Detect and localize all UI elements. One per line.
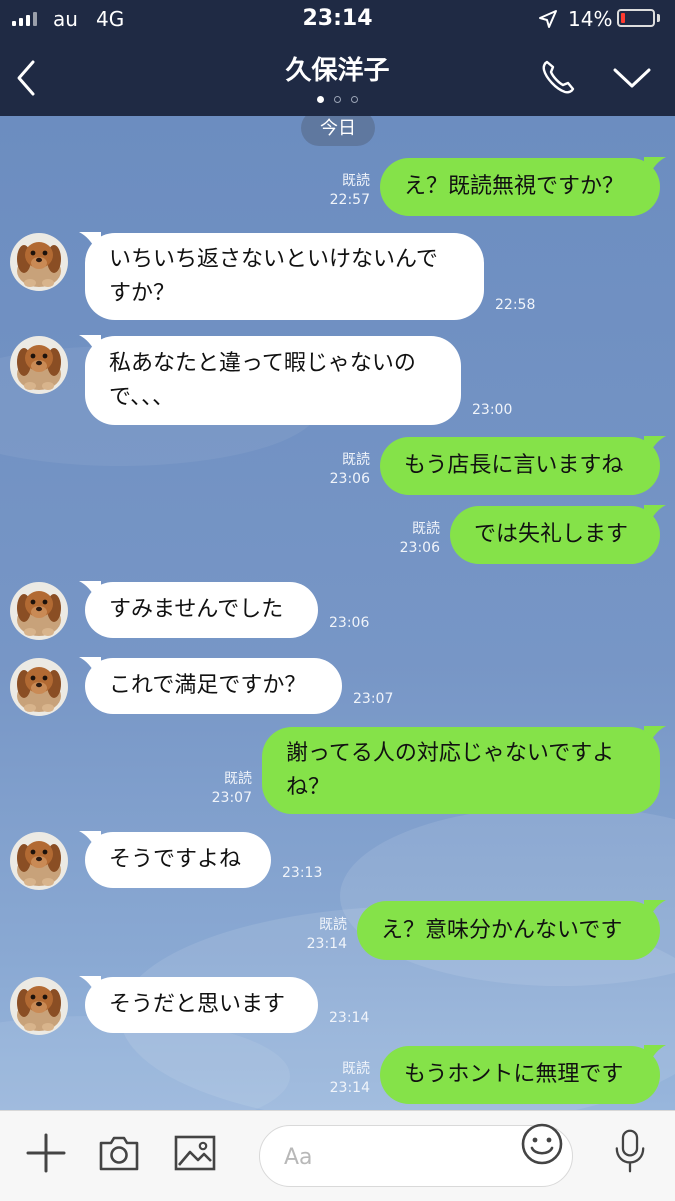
message-meta: 既読 23:07	[200, 770, 252, 808]
battery-icon	[617, 9, 655, 27]
message-meta: 既読 23:06	[388, 520, 440, 558]
puppy-avatar-image	[10, 977, 68, 1035]
sent-message-bubble[interactable]: もうホントに無理です	[380, 1046, 660, 1104]
read-receipt: 既読	[412, 521, 440, 537]
sent-message-bubble[interactable]: もう店長に言いますね	[380, 437, 660, 495]
message-time: 23:14	[329, 1010, 370, 1026]
received-message-bubble[interactable]: いちいち返さないといけないんで すか？	[85, 233, 484, 320]
received-message-bubble[interactable]: これで満足ですか？	[85, 658, 342, 714]
message-time: 23:14	[329, 1080, 370, 1096]
message-time: 23:07	[353, 691, 394, 707]
message-time: 23:13	[282, 865, 323, 881]
read-receipt: 既読	[342, 452, 370, 468]
puppy-avatar-image	[10, 832, 68, 890]
plus-icon[interactable]	[24, 1131, 68, 1175]
message-time: 23:07	[211, 790, 252, 806]
puppy-avatar-image	[10, 233, 68, 291]
received-message-bubble[interactable]: 私あなたと違って暇じゃないの で、、、	[85, 336, 461, 425]
battery-percent: 14%	[568, 7, 613, 31]
read-receipt: 既読	[342, 1061, 370, 1077]
contact-avatar[interactable]	[10, 336, 68, 394]
received-message-bubble[interactable]: そうだと思います	[85, 977, 318, 1033]
battery-tip	[657, 14, 660, 22]
puppy-avatar-image	[10, 336, 68, 394]
contact-avatar[interactable]	[10, 658, 68, 716]
message-time: 23:06	[399, 540, 440, 556]
puppy-avatar-image	[10, 658, 68, 716]
date-divider: 今日	[301, 116, 375, 146]
message-time: 22:57	[329, 192, 370, 208]
message-meta: 既読 23:06	[318, 451, 370, 489]
message-time: 23:14	[306, 936, 347, 952]
received-message-bubble[interactable]: すみませんでした	[85, 582, 318, 638]
message-input[interactable]	[282, 1140, 516, 1174]
message-time: 23:06	[329, 615, 370, 631]
read-receipt: 既読	[319, 917, 347, 933]
chat-header: 久保洋子	[0, 40, 675, 116]
contact-avatar[interactable]	[10, 832, 68, 890]
sent-message-bubble[interactable]: では失礼します	[450, 506, 660, 564]
sent-message-bubble[interactable]: え？意味分かんないです	[357, 901, 660, 960]
emoji-icon[interactable]	[520, 1122, 564, 1166]
location-arrow-icon	[539, 10, 557, 28]
message-time: 23:00	[472, 402, 513, 418]
status-bar: au 4G 23:14 14%	[0, 0, 675, 40]
message-meta: 既読 23:14	[318, 1060, 370, 1098]
phone-icon[interactable]	[538, 57, 578, 97]
puppy-avatar-image	[10, 582, 68, 640]
sent-message-bubble[interactable]: 謝ってる人の対応じゃないですよ ね？	[262, 727, 660, 814]
contact-avatar[interactable]	[10, 977, 68, 1035]
contact-avatar[interactable]	[10, 582, 68, 640]
read-receipt: 既読	[224, 771, 252, 787]
received-message-bubble[interactable]: そうですよね	[85, 832, 271, 888]
read-receipt: 既読	[342, 173, 370, 189]
microphone-icon[interactable]	[608, 1129, 652, 1173]
message-time: 22:58	[495, 297, 536, 313]
sent-message-bubble[interactable]: え？既読無視ですか？	[380, 158, 660, 216]
input-toolbar	[0, 1110, 675, 1201]
page-dots	[313, 96, 363, 104]
message-time: 23:06	[329, 471, 370, 487]
chevron-down-icon[interactable]	[612, 67, 652, 89]
chat-area[interactable]: 今日 え？既読無視ですか？ 既読 22:57 いちいち返さないといけないんで すか？ 2…	[0, 116, 675, 1110]
contact-avatar[interactable]	[10, 233, 68, 291]
message-meta: 既読 22:57	[318, 172, 370, 210]
camera-icon[interactable]	[97, 1131, 141, 1175]
image-icon[interactable]	[173, 1131, 217, 1175]
message-meta: 既読 23:14	[295, 916, 347, 954]
